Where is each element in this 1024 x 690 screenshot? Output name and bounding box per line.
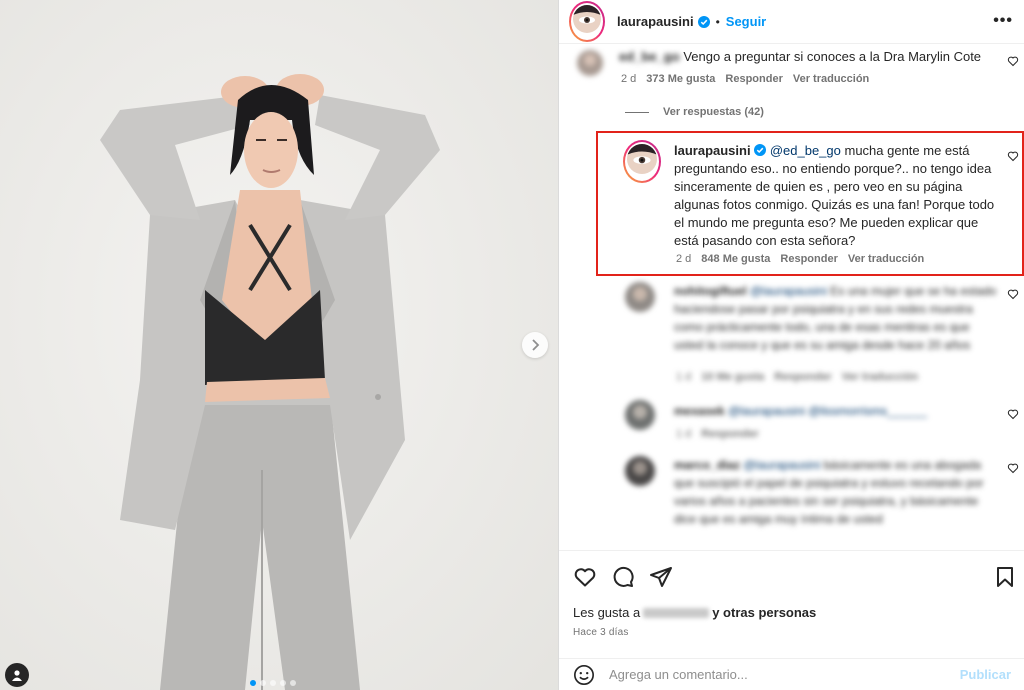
carousel-dot: [260, 680, 266, 686]
user-icon: [12, 670, 22, 681]
carousel-dot: [270, 680, 276, 686]
post-panel: laurapausini • Seguir ••• ed_be_go Vengo…: [558, 0, 1024, 690]
comment-item: nohitogiftuel @laurapausini Es una mujer…: [559, 278, 1024, 390]
save-icon[interactable]: [993, 565, 1017, 589]
view-replies-label: Ver respuestas (42): [663, 106, 764, 118]
verified-badge-icon: [697, 15, 710, 28]
author-avatar-image: [573, 5, 601, 33]
comment-meta: 1 d 10 Me gusta Responder Ver traducción: [676, 371, 918, 383]
likes-suffix: y otras personas: [712, 605, 817, 620]
comment-item: ed_be_go Vengo a preguntar si conoces a …: [559, 44, 1024, 96]
view-replies-button[interactable]: Ver respuestas (42): [625, 106, 764, 118]
carousel-dot: [280, 680, 286, 686]
reply-button[interactable]: Responder: [701, 428, 758, 440]
author-avatar[interactable]: [569, 1, 605, 42]
comment-text: mucha gente me está preguntando eso.. no…: [674, 143, 995, 248]
comment-likes[interactable]: 10 Me gusta: [701, 371, 764, 383]
comments-list[interactable]: ed_be_go Vengo a preguntar si conoces a …: [559, 44, 1024, 550]
reply-button[interactable]: Responder: [780, 253, 837, 265]
mention-link[interactable]: @laurapausini @lissmorrisms______: [728, 404, 927, 418]
translate-button[interactable]: Ver traducción: [793, 73, 869, 85]
like-comment-icon[interactable]: [1007, 55, 1019, 67]
view-replies-row: Ver respuestas (42): [559, 104, 1024, 122]
separator-dot: •: [715, 14, 720, 29]
comment-composer: Agrega un comentario... Publicar: [559, 658, 1024, 690]
comment-age[interactable]: 2 d: [621, 73, 636, 85]
comment-body: laurapausini @ed_be_go mucha gente me es…: [674, 142, 999, 250]
like-comment-icon[interactable]: [1007, 150, 1019, 162]
comment-meta: 2 d 848 Me gusta Responder Ver traducció…: [676, 253, 924, 265]
like-comment-icon[interactable]: [1007, 462, 1019, 474]
translate-button[interactable]: Ver traducción: [842, 371, 918, 383]
carousel-dot: [290, 680, 296, 686]
likes-prefix: Les gusta a: [573, 605, 641, 620]
commenter-avatar[interactable]: [625, 282, 655, 312]
post-actions: Les gusta a y otras personas Hace 3 días: [559, 550, 1024, 658]
comment-item-highlighted: laurapausini @ed_be_go mucha gente me es…: [559, 138, 1024, 270]
mention-link[interactable]: @ed_be_go: [770, 143, 841, 158]
like-comment-icon[interactable]: [1007, 408, 1019, 420]
mention-link[interactable]: @laurapausini: [750, 284, 827, 298]
comment-text: Vengo a preguntar si conoces a la Dra Ma…: [683, 49, 982, 64]
comment-input[interactable]: Agrega un comentario...: [609, 667, 960, 682]
reply-button[interactable]: Responder: [774, 371, 831, 383]
translate-button[interactable]: Ver traducción: [848, 253, 924, 265]
comment-item: marco_diaz @laurapausini básicamente es …: [559, 452, 1024, 550]
comment-age[interactable]: 1 d: [676, 428, 691, 440]
commenter-avatar[interactable]: [625, 456, 655, 486]
comment-likes[interactable]: 848 Me gusta: [701, 253, 770, 265]
commenter-username[interactable]: nohitogiftuel: [674, 284, 747, 298]
author-username[interactable]: laurapausini: [617, 14, 694, 29]
comment-age[interactable]: 2 d: [676, 253, 691, 265]
post-header: laurapausini • Seguir •••: [559, 0, 1024, 44]
carousel-dot: [250, 680, 256, 686]
photo-figure: [0, 0, 558, 690]
commenter-username[interactable]: mexasek: [674, 404, 725, 418]
comment-likes[interactable]: 373 Me gusta: [646, 73, 715, 85]
post-photo[interactable]: [0, 0, 558, 690]
more-options-button[interactable]: •••: [993, 12, 1013, 30]
tagged-users-button[interactable]: [5, 663, 29, 687]
mention-link[interactable]: @laurapausini: [743, 458, 820, 472]
likes-summary[interactable]: Les gusta a y otras personas: [573, 605, 816, 620]
follow-button[interactable]: Seguir: [726, 14, 766, 29]
heart-icon[interactable]: [573, 565, 597, 589]
post-date[interactable]: Hace 3 días: [573, 627, 629, 638]
commenter-avatar[interactable]: [577, 50, 603, 76]
share-icon[interactable]: [649, 565, 673, 589]
like-comment-icon[interactable]: [1007, 288, 1019, 300]
comment-meta: 1 d Responder: [676, 428, 759, 440]
commenter-username[interactable]: ed_be_go: [619, 49, 680, 64]
reply-author-avatar-image: [627, 144, 657, 174]
replies-line: [625, 111, 649, 113]
comment-icon[interactable]: [611, 565, 635, 589]
commenter-username[interactable]: marco_diaz: [674, 458, 740, 472]
verified-badge-icon: [754, 144, 767, 156]
reply-button[interactable]: Responder: [725, 73, 782, 85]
carousel-indicator: [250, 680, 296, 686]
comment-item: mexasek @laurapausini @lissmorrisms_____…: [559, 396, 1024, 446]
publish-button[interactable]: Publicar: [960, 667, 1011, 682]
emoji-icon[interactable]: [573, 664, 595, 686]
commenter-avatar[interactable]: [625, 400, 655, 430]
liker-name[interactable]: [643, 608, 710, 618]
next-photo-button[interactable]: [522, 332, 548, 358]
comment-age[interactable]: 1 d: [676, 371, 691, 383]
chevron-right-icon: [532, 339, 540, 351]
reply-author-avatar[interactable]: [623, 140, 661, 183]
comment-meta: 2 d 373 Me gusta Responder Ver traducció…: [621, 73, 869, 85]
reply-author-username[interactable]: laurapausini: [674, 143, 751, 158]
